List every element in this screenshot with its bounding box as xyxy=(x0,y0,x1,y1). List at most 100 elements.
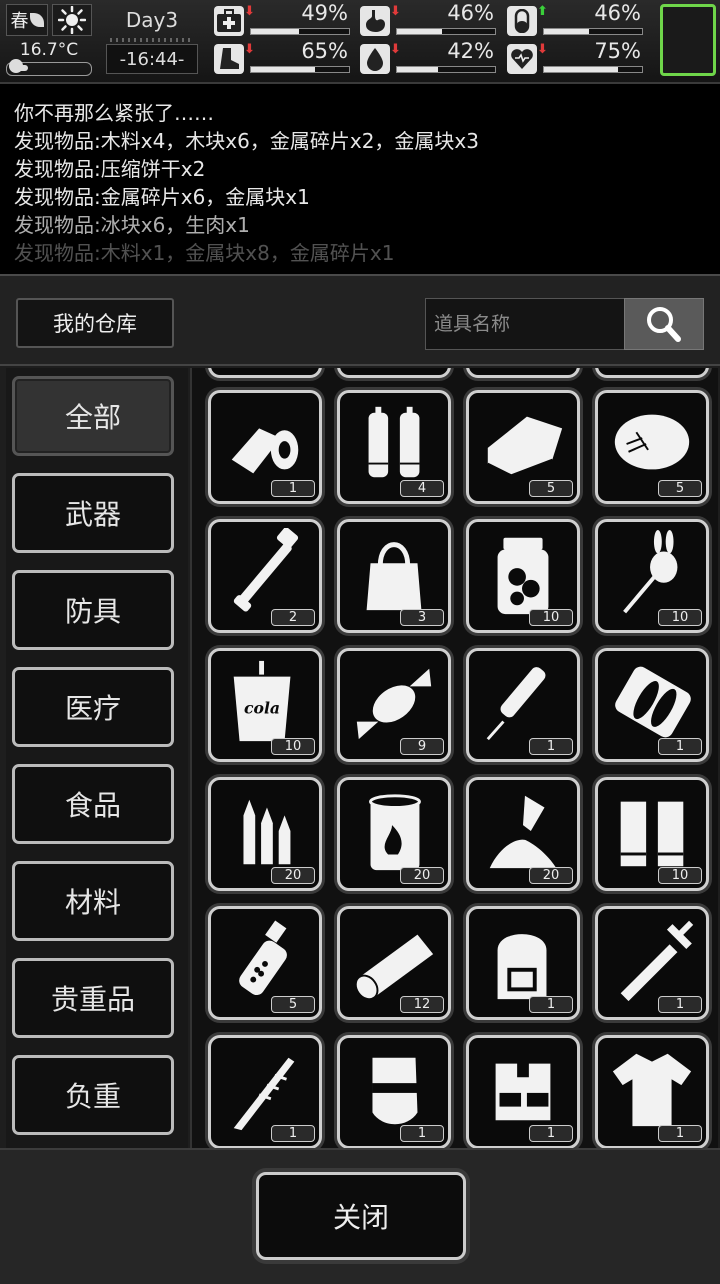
item-slot[interactable]: 10 xyxy=(466,519,580,633)
item-quantity: 1 xyxy=(400,1125,444,1142)
trend-down-arrow-icon: ⬇ xyxy=(244,42,255,57)
riot-shield-icon xyxy=(372,1057,418,1125)
heart-icon xyxy=(507,44,537,74)
item-quantity: 10 xyxy=(529,609,573,626)
storage-panel: 我的仓库 全部武器防具医疗食品材料贵重品负重 1 4 5 5 2 3 10 10 cola 10 9… xyxy=(0,274,720,1284)
item-quantity: 1 xyxy=(529,738,573,755)
trend-down-arrow-icon: ⬇ xyxy=(244,4,255,19)
stat-value: 75% xyxy=(594,39,641,63)
item-slot[interactable]: 20 xyxy=(466,777,580,891)
clock-ticks xyxy=(110,38,194,42)
item-slot[interactable]: 1 xyxy=(466,648,580,762)
item-slot[interactable]: 5 xyxy=(595,390,709,504)
item-slot[interactable]: 5 xyxy=(208,906,322,1020)
tote-bag-icon xyxy=(366,542,422,611)
item-slot-partial[interactable] xyxy=(337,368,451,378)
item-quantity: 1 xyxy=(271,1125,315,1142)
trend-down-arrow-icon: ⬇ xyxy=(390,42,401,57)
item-slot-partial[interactable] xyxy=(466,368,580,378)
close-button[interactable]: 关闭 xyxy=(256,1172,466,1260)
category-tab[interactable]: 全部 xyxy=(12,376,174,456)
temperature-value: 16.7°C xyxy=(19,40,79,60)
day-clock: Day3 -16:44- xyxy=(100,0,204,82)
cloth-towel-icon xyxy=(487,416,563,477)
item-slot[interactable]: 9 xyxy=(337,648,451,762)
item-slot[interactable]: cola 10 xyxy=(208,648,322,762)
item-slot[interactable]: 1 xyxy=(466,906,580,1020)
water-drop-icon xyxy=(360,44,390,74)
syringe-pen-icon xyxy=(486,667,546,741)
item-slot[interactable]: 12 xyxy=(337,906,451,1020)
item-slot[interactable]: 5 xyxy=(466,390,580,504)
category-tab[interactable]: 材料 xyxy=(12,861,174,941)
item-grid: 1 4 5 5 2 3 10 10 cola 10 9 1 1 20 20 20 10 5 12 1 1 1 1 1 1 xyxy=(190,368,718,1148)
item-search-input[interactable] xyxy=(425,298,625,350)
fuel-barrel-icon xyxy=(369,794,421,871)
item-quantity: 1 xyxy=(658,738,702,755)
category-tab[interactable]: 负重 xyxy=(12,1055,174,1135)
category-tab[interactable]: 贵重品 xyxy=(12,958,174,1038)
item-slot-partial[interactable] xyxy=(208,368,322,378)
item-slot[interactable]: 1 xyxy=(595,648,709,762)
trend-up-arrow-icon: ⬆ xyxy=(537,4,548,19)
log-line: 发现物品:冰块x6，生肉x1 xyxy=(14,213,250,237)
bandage-roll-icon xyxy=(231,428,299,474)
item-slot[interactable]: 1 xyxy=(337,1035,451,1148)
item-quantity: 5 xyxy=(271,996,315,1013)
item-slot[interactable]: 2 xyxy=(208,519,322,633)
rabbit-lollipop-icon xyxy=(623,529,678,614)
status-bar: 春 16.7°C Day3 -16:44- ⬇ 49% ⬇ 46% ⬆ 46% ⬇ 65% ⬇ 4… xyxy=(0,0,720,84)
temperature-display: 16.7°C xyxy=(6,38,92,78)
stat-spirit: ⬇ 75% xyxy=(507,39,647,76)
log-line: 发现物品:金属碎片x6，金属块x1 xyxy=(14,185,310,209)
item-quantity: 5 xyxy=(529,480,573,497)
item-slot[interactable]: 20 xyxy=(337,777,451,891)
item-quantity: 12 xyxy=(400,996,444,1013)
thermometer-fill xyxy=(17,65,28,71)
sword-icon xyxy=(620,920,694,1002)
item-quantity: 1 xyxy=(529,1125,573,1142)
item-slot-partial[interactable] xyxy=(595,368,709,378)
item-slot[interactable]: 20 xyxy=(208,777,322,891)
item-quantity: 1 xyxy=(529,996,573,1013)
stat-bar-fill xyxy=(251,67,315,72)
season-indicator: 春 xyxy=(6,4,48,36)
category-tab[interactable]: 医疗 xyxy=(12,667,174,747)
cola-cup-icon: cola xyxy=(233,660,291,742)
stat-bar xyxy=(543,28,643,35)
category-tab[interactable]: 食品 xyxy=(12,764,174,844)
item-quantity: 10 xyxy=(658,609,702,626)
message-log: 你不再那么紧张了…… 发现物品:木料x4，木块x6，金属碎片x2，金属块x3 发现物… xyxy=(0,84,720,274)
item-slot[interactable]: 1 xyxy=(595,906,709,1020)
stat-value: 49% xyxy=(301,1,348,25)
trend-down-arrow-icon: ⬇ xyxy=(390,4,401,19)
stat-bar xyxy=(396,66,496,73)
backpack-icon xyxy=(497,934,547,1000)
stat-bar xyxy=(396,28,496,35)
item-slot[interactable]: 4 xyxy=(337,390,451,504)
sun-icon xyxy=(52,4,92,36)
stat-bar-fill xyxy=(544,29,590,34)
category-tab[interactable]: 武器 xyxy=(12,473,174,553)
quick-slot[interactable] xyxy=(660,4,716,76)
stat-value: 46% xyxy=(447,1,494,25)
item-slot[interactable]: 1 xyxy=(208,390,322,504)
item-slot[interactable]: 1 xyxy=(595,1035,709,1148)
item-slot[interactable]: 10 xyxy=(595,519,709,633)
item-quantity: 9 xyxy=(400,738,444,755)
spiked-club-icon xyxy=(233,1057,295,1131)
item-slot[interactable]: 1 xyxy=(466,1035,580,1148)
stat-bar xyxy=(250,66,350,73)
my-storage-tab[interactable]: 我的仓库 xyxy=(16,298,174,348)
boot-icon xyxy=(214,44,244,74)
item-slot[interactable]: 3 xyxy=(337,519,451,633)
shirt-icon xyxy=(612,1053,692,1127)
tactical-vest-icon xyxy=(495,1063,551,1121)
canned-fish-icon xyxy=(615,666,691,738)
item-quantity: 1 xyxy=(658,1125,702,1142)
search-button[interactable] xyxy=(624,298,704,350)
category-tab[interactable]: 防具 xyxy=(12,570,174,650)
stat-bar-fill xyxy=(397,29,443,34)
item-slot[interactable]: 1 xyxy=(208,1035,322,1148)
item-slot[interactable]: 10 xyxy=(595,777,709,891)
